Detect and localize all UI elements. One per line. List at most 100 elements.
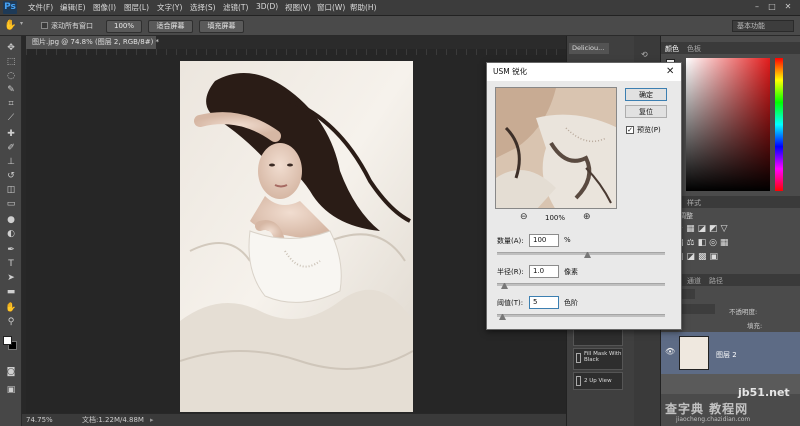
menu-window[interactable]: 窗口(W) (317, 2, 345, 13)
pen-tool-icon[interactable]: ✒ (4, 244, 18, 256)
scroll-all-checkbox[interactable] (41, 22, 48, 29)
menu-help[interactable]: 帮助(H) (350, 2, 377, 13)
menu-type[interactable]: 文字(Y) (157, 2, 182, 13)
portrait-photo (180, 61, 413, 412)
watermark-url: jiaocheng.chazidian.com (676, 416, 751, 423)
radius-label: 半径(R): (497, 268, 524, 276)
document-tab[interactable]: 图片.jpg @ 74.8% (图层 2, RGB/8#) * (26, 36, 159, 49)
dodge-tool-icon[interactable]: ◐ (4, 228, 18, 240)
lasso-tool-icon[interactable]: ◌ (4, 70, 18, 82)
status-zoom[interactable]: 74.75% (26, 414, 53, 426)
dock-item-icon (576, 353, 581, 363)
threshold-slider-thumb[interactable] (499, 314, 506, 320)
menu-select[interactable]: 选择(S) (190, 2, 216, 13)
document-image (180, 61, 413, 412)
layer-thumbnail (679, 336, 709, 370)
hand-tool-panel-icon[interactable]: ✋ (4, 302, 18, 314)
dialog-close-icon[interactable]: ✕ (666, 66, 674, 78)
fill-label: 填充: (747, 322, 763, 330)
close-icon[interactable]: ✕ (783, 2, 793, 12)
tab-swatches[interactable]: 色板 (687, 44, 701, 54)
tab-color[interactable]: 颜色 (665, 44, 679, 54)
radius-unit: 像素 (564, 268, 578, 276)
fit-screen-button[interactable]: 适合屏幕 (148, 20, 193, 33)
amount-slider-track[interactable] (497, 252, 665, 255)
zoom-100-button[interactable]: 100% (106, 20, 142, 33)
zoom-tool-icon[interactable]: ⚲ (4, 316, 18, 328)
amount-unit: % (564, 236, 571, 244)
brush-tool-icon[interactable]: ✐ (4, 142, 18, 154)
preview-window[interactable] (495, 87, 617, 209)
quick-select-tool-icon[interactable]: ✎ (4, 84, 18, 96)
fill-screen-button[interactable]: 填充屏幕 (199, 20, 244, 33)
tab-channels[interactable]: 通道 (687, 276, 701, 286)
path-select-icon[interactable]: ➤ (4, 272, 18, 284)
options-bar: ✋ ▾ 滚动所有窗口 100% 适合屏幕 填充屏幕 基本功能 (0, 16, 800, 36)
history-brush-icon[interactable]: ↺ (4, 170, 18, 182)
tool-preset-dropdown-icon[interactable]: ▾ (20, 20, 23, 27)
color-picker-field[interactable] (686, 58, 770, 191)
threshold-label: 阈值(T): (497, 299, 524, 307)
threshold-input[interactable]: 5 (529, 296, 559, 309)
foreground-color-swatch[interactable] (3, 336, 12, 345)
tab-paths[interactable]: 路径 (709, 276, 723, 286)
threshold-unit: 色阶 (564, 299, 578, 307)
healing-brush-icon[interactable]: ✚ (4, 128, 18, 140)
menu-image[interactable]: 图像(I) (93, 2, 116, 13)
dock-item-icon (576, 376, 581, 386)
move-tool-icon[interactable]: ✥ (4, 42, 18, 54)
two-up-view-label: 2 Up View (584, 378, 612, 384)
gradient-tool-icon[interactable]: ▭ (4, 198, 18, 210)
amount-label: 数量(A): (497, 237, 524, 245)
tab-styles[interactable]: 样式 (687, 198, 701, 208)
radius-slider-thumb[interactable] (501, 283, 508, 289)
threshold-slider-track[interactable] (497, 314, 665, 317)
opacity-label: 不透明度: (729, 308, 758, 316)
dock-tab[interactable]: Deliciou... (569, 43, 609, 54)
ok-button[interactable]: 确定 (625, 88, 667, 101)
watermark-site: jb51.net (738, 386, 790, 399)
radius-slider-track[interactable] (497, 283, 665, 286)
two-up-view-button[interactable]: 2 Up View (573, 372, 623, 390)
eyedropper-tool-icon[interactable]: ⟋ (4, 112, 18, 124)
horizontal-ruler (26, 49, 566, 55)
adjustment-icons-row-2[interactable]: ▤⚖◧◎▦ (675, 238, 731, 248)
screen-mode-icon[interactable]: ▣ (4, 384, 18, 396)
preview-image (496, 88, 616, 208)
quick-mask-icon[interactable]: ◙ (4, 366, 18, 378)
hue-slider[interactable] (775, 58, 783, 191)
menu-3d[interactable]: 3D(D) (256, 2, 278, 11)
menu-bar: Ps 文件(F) 编辑(E) 图像(I) 图层(L) 文字(Y) 选择(S) 滤… (0, 0, 800, 16)
maximize-icon[interactable]: □ (767, 2, 777, 12)
amount-slider-thumb[interactable] (584, 252, 591, 258)
shape-tool-icon[interactable]: ▬ (4, 286, 18, 298)
preview-checkbox[interactable]: ✓ (626, 126, 634, 134)
zoom-out-icon[interactable]: ⊖ (520, 212, 528, 222)
workspace-select[interactable]: 基本功能 (732, 20, 794, 32)
menu-layer[interactable]: 图层(L) (124, 2, 149, 13)
history-icon[interactable]: ⟲ (641, 50, 648, 59)
reset-button[interactable]: 复位 (625, 105, 667, 118)
hand-tool-icon[interactable]: ✋ (4, 19, 18, 33)
crop-tool-icon[interactable]: ⌗ (4, 98, 18, 110)
visibility-eye-icon[interactable]: 👁 (665, 347, 675, 356)
tools-panel: ✥ ⬚ ◌ ✎ ⌗ ⟋ ✚ ✐ ⊥ ↺ ◫ ▭ ● ◐ ✒ T ➤ ▬ ✋ ⚲ … (0, 36, 22, 426)
layer-row-selected[interactable]: 👁 图层 2 (661, 332, 800, 374)
menu-file[interactable]: 文件(F) (28, 2, 53, 13)
eraser-tool-icon[interactable]: ◫ (4, 184, 18, 196)
fill-mask-button[interactable]: Fill Mask With Black (573, 348, 623, 370)
adjustment-icons-row-1[interactable]: ☀▦◪◩▽ (675, 224, 731, 234)
radius-input[interactable]: 1.0 (529, 265, 559, 278)
menu-filter[interactable]: 滤镜(T) (223, 2, 248, 13)
blur-tool-icon[interactable]: ● (4, 214, 18, 226)
type-tool-icon[interactable]: T (4, 258, 18, 270)
marquee-tool-icon[interactable]: ⬚ (4, 56, 18, 68)
preview-zoom-level: 100% (545, 214, 566, 222)
clone-stamp-icon[interactable]: ⊥ (4, 156, 18, 168)
minimize-icon[interactable]: – (752, 2, 762, 12)
zoom-in-icon[interactable]: ⊕ (583, 212, 591, 222)
status-menu-icon[interactable]: ▸ (150, 414, 154, 426)
menu-edit[interactable]: 编辑(E) (60, 2, 86, 13)
menu-view[interactable]: 视图(V) (285, 2, 311, 13)
amount-input[interactable]: 100 (529, 234, 559, 247)
